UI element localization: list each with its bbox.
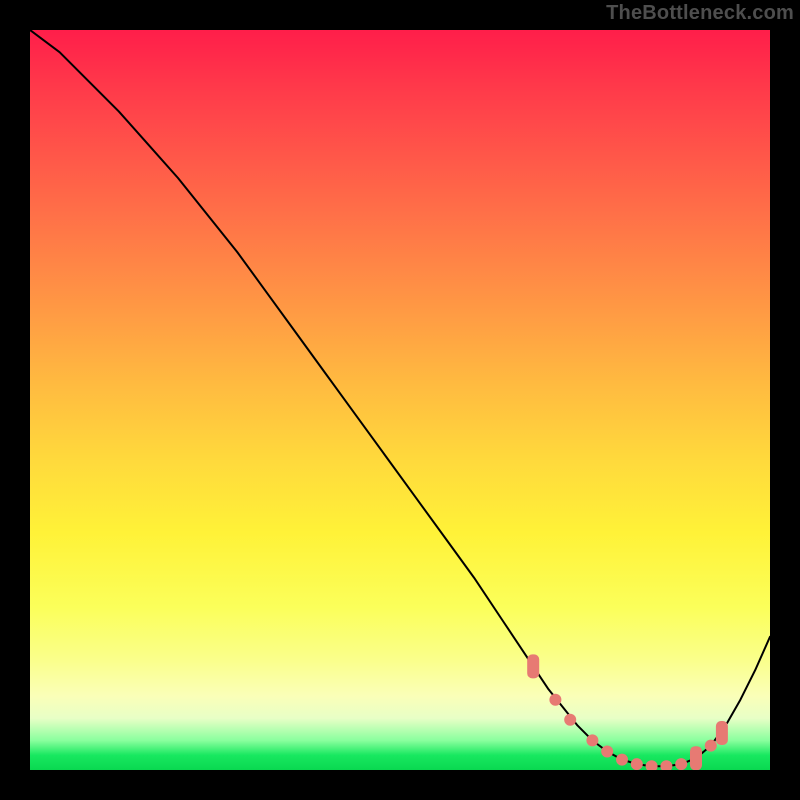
curve-marker (564, 714, 576, 726)
curve-marker (616, 754, 628, 766)
curve-marker (601, 746, 613, 758)
bottleneck-curve (30, 30, 770, 766)
curve-marker (675, 758, 687, 770)
curve-marker (716, 721, 728, 745)
watermark-source: TheBottleneck.com (606, 2, 794, 25)
curve-markers (527, 654, 728, 770)
curve-overlay (30, 30, 770, 770)
curve-marker (549, 694, 561, 706)
bottleneck-chart (30, 30, 770, 770)
curve-marker (527, 654, 539, 678)
curve-marker (690, 746, 702, 770)
curve-marker (586, 734, 598, 746)
curve-marker (646, 760, 658, 770)
curve-marker (705, 740, 717, 752)
curve-marker (660, 760, 672, 770)
curve-marker (631, 758, 643, 770)
